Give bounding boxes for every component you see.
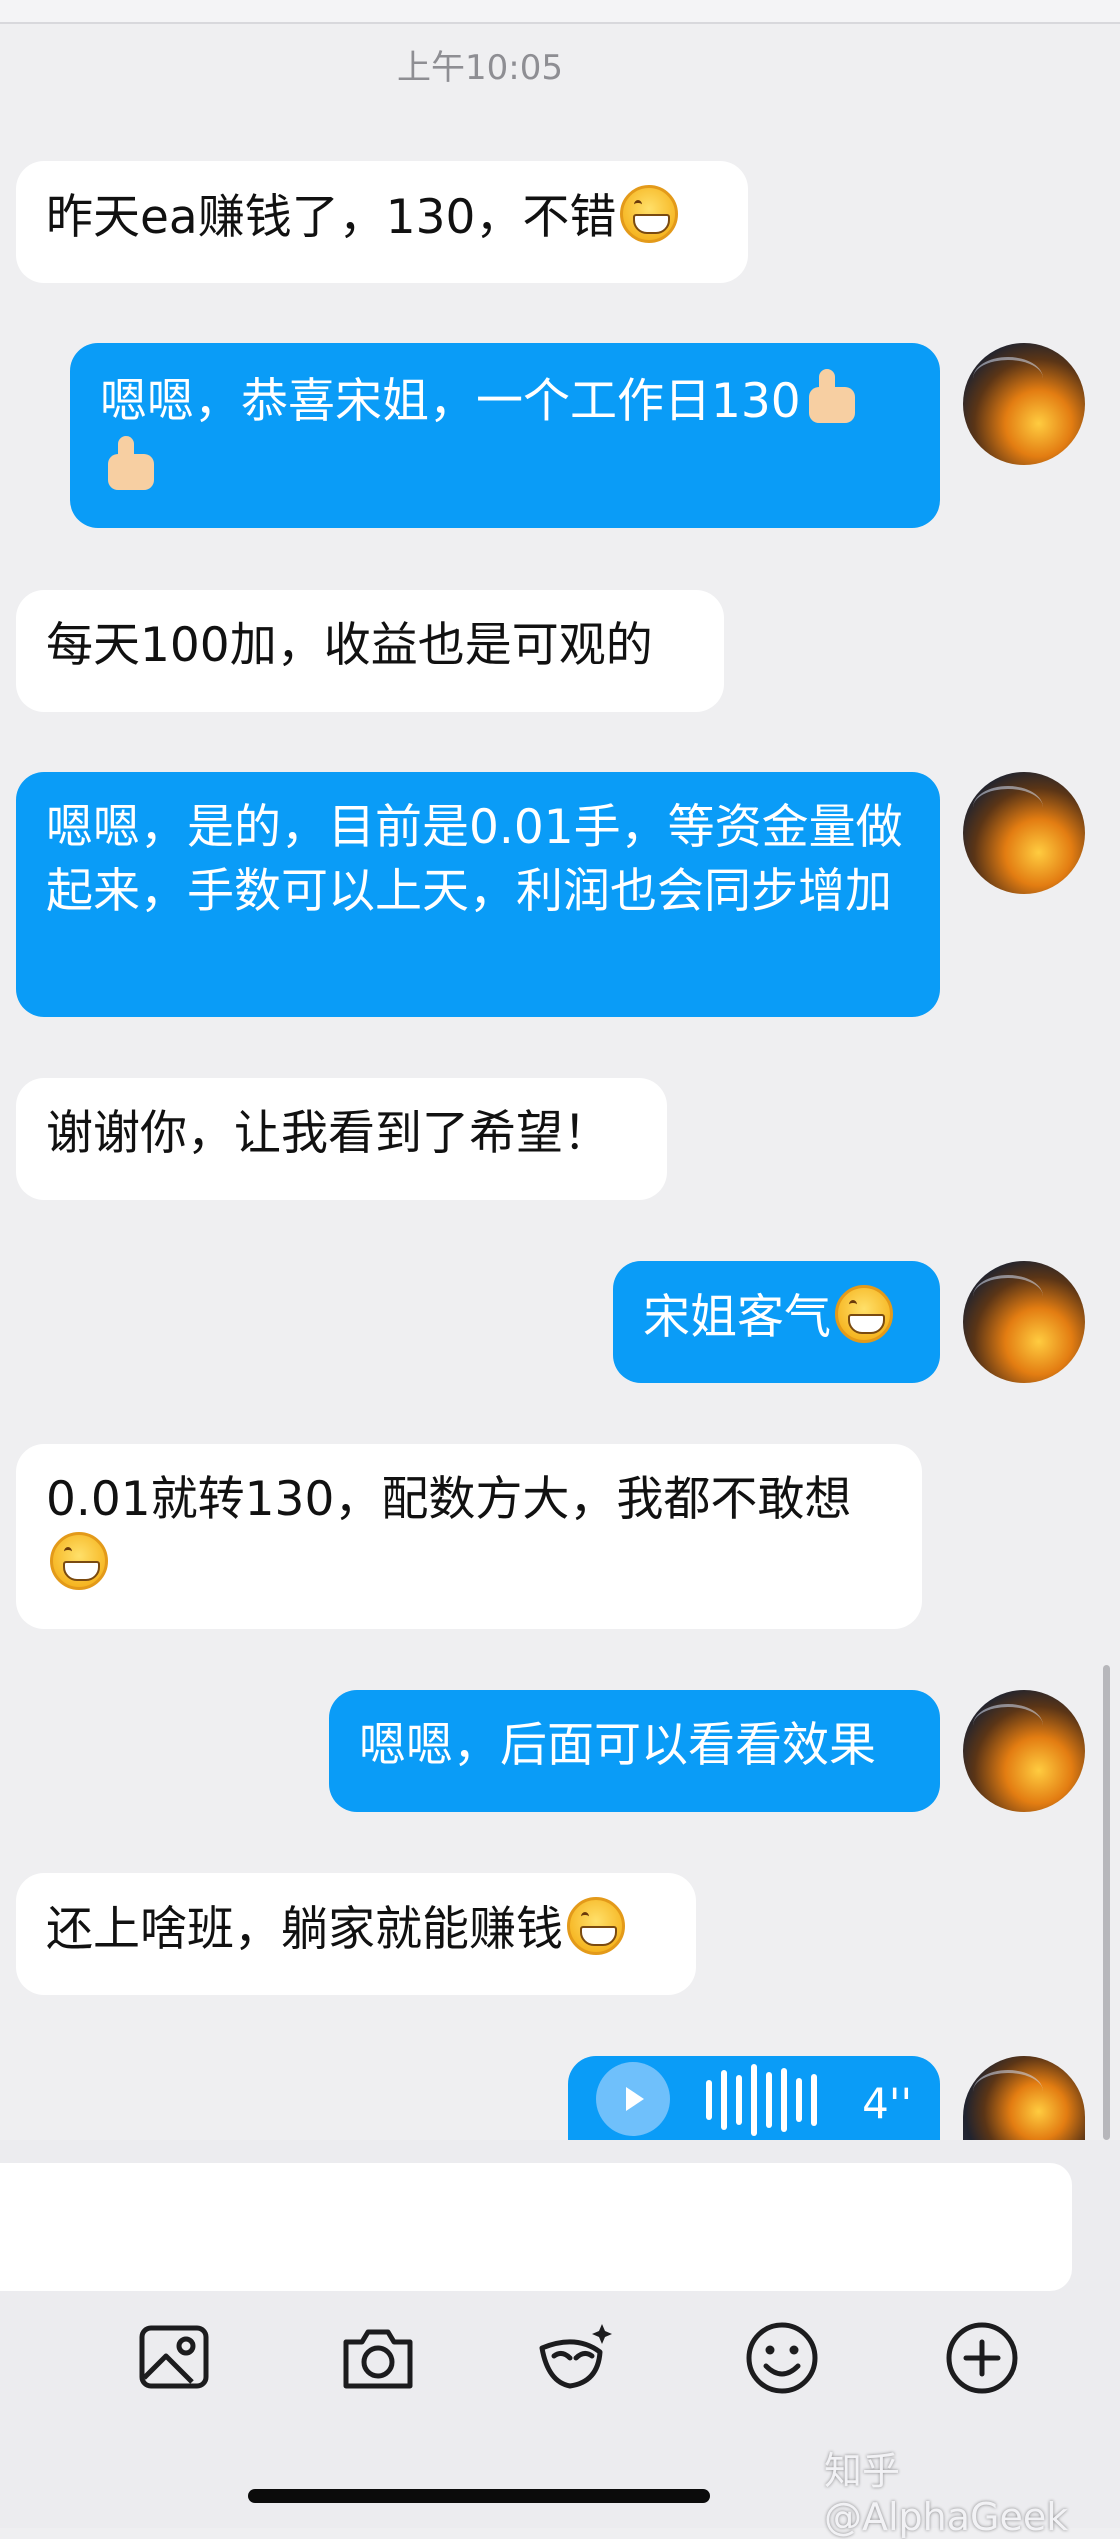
- smiley-icon[interactable]: [742, 2318, 822, 2398]
- message-text: 每天100加，收益也是可观的: [46, 618, 653, 673]
- message-input[interactable]: [0, 2163, 1072, 2291]
- mask-sticker-icon[interactable]: [536, 2318, 616, 2398]
- message-bubble-incoming[interactable]: 昨天ea赚钱了，130，不错: [16, 161, 748, 283]
- message-bubble-outgoing[interactable]: 嗯嗯，是的，目前是0.01手，等资金量做起来，手数可以上天，利润也会同步增加: [16, 772, 940, 1017]
- voice-waveform: [706, 2064, 817, 2136]
- message-text: 宋姐客气: [643, 1290, 831, 1345]
- grin-emoji-icon: [50, 1532, 108, 1590]
- my-avatar[interactable]: [963, 1690, 1085, 1812]
- message-bubble-outgoing[interactable]: 宋姐客气: [613, 1261, 940, 1383]
- message-text: 0.01就转130，配数方大，我都不敢想: [46, 1472, 852, 1527]
- message-text: 昨天ea赚钱了，130，不错: [46, 190, 617, 245]
- message-bubble-incoming[interactable]: 0.01就转130，配数方大，我都不敢想: [16, 1444, 922, 1629]
- voice-duration: 4'': [862, 2079, 912, 2128]
- thumbs-up-emoji-icon: [805, 367, 859, 425]
- timestamp: 上午10:05: [397, 48, 563, 88]
- play-button[interactable]: [596, 2062, 670, 2136]
- message-bubble-incoming[interactable]: 每天100加，收益也是可观的: [16, 590, 724, 712]
- message-text: 嗯嗯，是的，目前是0.01手，等资金量做起来，手数可以上天，利润也会同步增加: [46, 800, 903, 919]
- message-text: 谢谢你，让我看到了希望！: [46, 1106, 610, 1161]
- camera-icon[interactable]: [338, 2318, 418, 2398]
- my-avatar[interactable]: [963, 2056, 1085, 2140]
- my-avatar[interactable]: [963, 343, 1085, 465]
- message-bubble-incoming[interactable]: 还上啥班，躺家就能赚钱: [16, 1873, 696, 1995]
- grin-emoji-icon: [835, 1285, 893, 1343]
- status-bar-cutoff: [0, 0, 1120, 24]
- my-avatar[interactable]: [963, 772, 1085, 894]
- message-text: 还上啥班，躺家就能赚钱: [46, 1902, 563, 1957]
- message-text: 嗯嗯，后面可以看看效果: [359, 1718, 876, 1773]
- plus-circle-icon[interactable]: [942, 2318, 1022, 2398]
- message-text: 嗯嗯，恭喜宋姐，一个工作日130: [100, 374, 801, 429]
- scrollbar[interactable]: [1103, 1665, 1110, 2140]
- watermark: 知乎 @AlphaGeek: [824, 2449, 1069, 2539]
- voice-message-bubble[interactable]: 4'': [568, 2056, 940, 2140]
- home-indicator[interactable]: [248, 2489, 710, 2503]
- image-icon[interactable]: [136, 2318, 216, 2398]
- grin-emoji-icon: [567, 1897, 625, 1955]
- message-bubble-outgoing[interactable]: 嗯嗯，后面可以看看效果: [329, 1690, 940, 1812]
- play-icon: [626, 2087, 644, 2111]
- message-bubble-incoming[interactable]: 谢谢你，让我看到了希望！: [16, 1078, 667, 1200]
- grin-emoji-icon: [620, 185, 679, 243]
- thumbs-up-emoji-icon: [104, 434, 158, 492]
- my-avatar[interactable]: [963, 1261, 1085, 1383]
- message-bubble-outgoing[interactable]: 嗯嗯，恭喜宋姐，一个工作日130: [70, 343, 940, 528]
